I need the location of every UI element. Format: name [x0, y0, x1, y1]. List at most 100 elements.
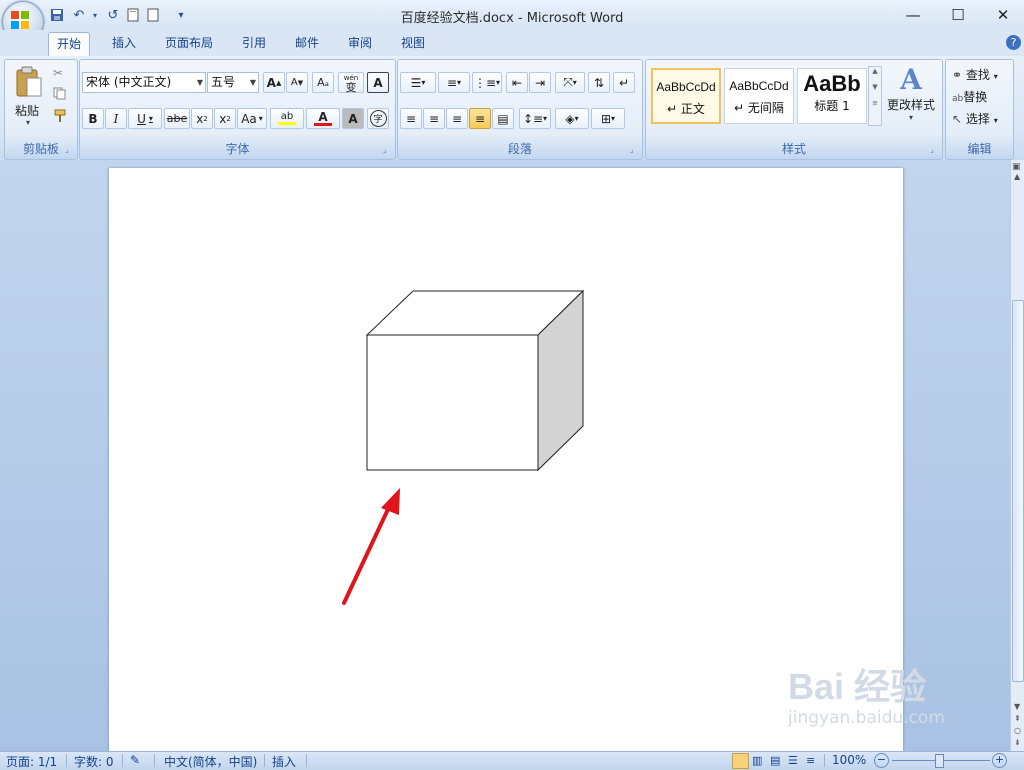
italic-button[interactable]: I [105, 108, 127, 129]
page-count[interactable]: 页面: 1/1 [6, 753, 57, 770]
red-arrow-icon [342, 488, 400, 605]
cube-drawing[interactable] [330, 285, 595, 610]
bold-button[interactable]: B [82, 108, 104, 129]
line-spacing-button[interactable]: ↕≡ ▾ [519, 108, 551, 129]
font-color-button[interactable]: A [306, 108, 340, 129]
style-heading-1[interactable]: AaBb 标题 1 [797, 68, 867, 124]
numbering-button[interactable]: ≡ ▾ [438, 72, 470, 93]
browse-object-icon[interactable]: ○ [1014, 726, 1021, 735]
justify-button[interactable]: ≡ [469, 108, 491, 129]
help-icon[interactable]: ? [1006, 35, 1021, 50]
highlight-button[interactable]: ab [270, 108, 304, 129]
zoom-out-icon[interactable]: − [874, 753, 889, 768]
paragraph-group: ☰ ▾ ≡ ▾ ⋮≡ ▾ ⇤ ⇥ ⤧ ▾ ⇅ ↵ ≡ ≡ ≡ ≡ ▤ ↕≡ ▾ ◈ ▾ ⊞ ▾… [397, 59, 643, 160]
underline-button[interactable]: U ▾ [128, 108, 162, 129]
web-layout-icon[interactable]: ▤ [770, 754, 780, 767]
tab-review[interactable]: 审阅 [340, 32, 380, 55]
maximize-button[interactable]: ☐ [935, 2, 981, 28]
find-button[interactable]: ⚭ 查找 ▾ [952, 66, 998, 83]
align-right-button[interactable]: ≡ [446, 108, 468, 129]
styles-gallery-scroll[interactable]: ▲ ▼ ≡ [868, 66, 882, 126]
word-count[interactable]: 字数: 0 [74, 753, 114, 770]
distributed-button[interactable]: ▤ [492, 108, 514, 129]
language-indicator[interactable]: 中文(简体，中国) [164, 753, 257, 770]
tab-references[interactable]: 引用 [234, 32, 274, 55]
font-group: 宋体 (中文正文) ▼ 五号 ▼ A ▲ A ▼ Aₐ wén 变 A B I U ▾… [79, 59, 396, 160]
font-name-combo[interactable]: 宋体 (中文正文) ▼ [82, 72, 206, 93]
replace-icon: ab [952, 94, 964, 104]
show-marks-button[interactable]: ↵ [613, 72, 635, 93]
scroll-down-icon[interactable]: ▼ [1014, 702, 1020, 711]
bullets-button[interactable]: ☰ ▾ [400, 72, 436, 93]
print-layout-view-icon[interactable] [732, 753, 749, 769]
tab-page-layout[interactable]: 页面布局 [157, 32, 221, 55]
scrollbar-thumb[interactable] [1012, 300, 1024, 682]
change-case-button[interactable]: Aa ▾ [237, 108, 267, 129]
style-sample: AaBbCcDd [729, 79, 789, 93]
style-normal[interactable]: AaBbCcDd ↵ 正文 [651, 68, 721, 124]
zoom-level[interactable]: 100% [832, 753, 866, 767]
change-styles-button[interactable]: A 更改样式 ▾ [884, 64, 938, 134]
tab-insert[interactable]: 插入 [104, 32, 144, 55]
clear-format-button[interactable]: Aₐ [312, 72, 334, 93]
cut-icon[interactable]: ✂ [53, 66, 63, 80]
sort-button[interactable]: ⇅ [588, 72, 610, 93]
shrink-font-icon: A [290, 77, 298, 88]
zoom-slider-thumb[interactable] [935, 754, 944, 768]
paste-dropdown-icon: ▾ [26, 118, 31, 127]
phonetic-guide-button[interactable]: wén 变 [338, 72, 364, 93]
paragraph-launcher-icon[interactable]: ⌟ [630, 146, 639, 155]
full-screen-reading-icon[interactable]: ▥ [752, 754, 762, 767]
font-size-combo[interactable]: 五号 ▼ [207, 72, 259, 93]
next-page-icon[interactable]: ⇟ [1014, 738, 1021, 747]
align-center-button[interactable]: ≡ [423, 108, 445, 129]
sort-icon: ⇅ [593, 75, 605, 90]
styles-launcher-icon[interactable]: ⌟ [930, 146, 939, 155]
subscript-button[interactable]: x2 [191, 108, 213, 129]
decrease-indent-button[interactable]: ⇤ [506, 72, 528, 93]
character-border-button[interactable]: A [367, 72, 389, 93]
shrink-font-button[interactable]: A ▼ [286, 72, 308, 93]
style-sample: AaBbCcDd [656, 80, 716, 94]
minimize-button[interactable]: — [890, 2, 936, 28]
superscript-button[interactable]: x2 [214, 108, 236, 129]
decrease-indent-icon: ⇤ [511, 75, 523, 90]
style-name: ↵ 无间隔 [734, 101, 784, 115]
clipboard-group: 粘贴 ▾ ✂ 剪贴板 ⌟ [4, 59, 78, 160]
chevron-down-icon: ▼ [249, 78, 256, 87]
borders-button[interactable]: ⊞ ▾ [591, 108, 625, 129]
close-button[interactable]: ✕ [980, 2, 1024, 28]
multilevel-list-button[interactable]: ⋮≡ ▾ [472, 72, 502, 93]
shading-button[interactable]: ◈ ▾ [555, 108, 589, 129]
watermark-brand: Bai 经验 [788, 666, 927, 707]
align-center-icon: ≡ [428, 111, 440, 126]
zoom-in-icon[interactable]: + [992, 753, 1007, 768]
replace-button[interactable]: ab替换 [952, 88, 987, 105]
increase-indent-button[interactable]: ⇥ [529, 72, 551, 93]
scroll-up-icon[interactable]: ▲ [1014, 172, 1020, 181]
character-shading-button[interactable]: A [342, 108, 364, 129]
clipboard-launcher-icon[interactable]: ⌟ [65, 146, 74, 155]
tab-mailings[interactable]: 邮件 [287, 32, 327, 55]
enclose-characters-button[interactable]: 字 [367, 108, 389, 129]
format-painter-icon[interactable] [53, 109, 67, 126]
align-left-button[interactable]: ≡ [400, 108, 422, 129]
tab-view[interactable]: 视图 [393, 32, 433, 55]
tab-home[interactable]: 开始 [48, 32, 91, 56]
style-no-spacing[interactable]: AaBbCcDd ↵ 无间隔 [724, 68, 794, 124]
cube-front-face[interactable] [366, 334, 539, 471]
previous-page-icon[interactable]: ⇞ [1014, 714, 1021, 723]
font-launcher-icon[interactable]: ⌟ [383, 146, 392, 155]
insert-mode-indicator[interactable]: 插入 [272, 753, 296, 770]
grow-font-button[interactable]: A ▲ [263, 72, 285, 93]
proofing-icon[interactable]: ✎ [130, 753, 140, 767]
chinese-layout-button[interactable]: ⤧ ▾ [555, 72, 585, 93]
ruler-toggle-icon[interactable]: ▣ [1012, 162, 1021, 172]
copy-icon[interactable] [53, 87, 66, 103]
strikethrough-button[interactable]: abe [164, 108, 190, 129]
draft-view-icon[interactable]: ≡ [806, 754, 815, 767]
select-button[interactable]: ↖ 选择 ▾ [952, 110, 998, 127]
outline-view-icon[interactable]: ☰ [788, 754, 798, 767]
paste-button[interactable]: 粘贴 ▾ [11, 64, 47, 132]
change-case-label: Aa [241, 111, 257, 126]
